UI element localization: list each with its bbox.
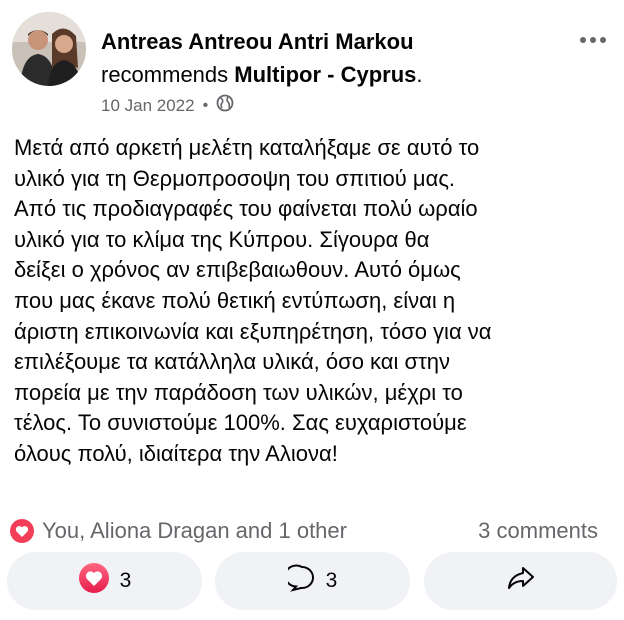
avatar-photo xyxy=(12,12,86,86)
comment-bubble-icon xyxy=(284,564,316,598)
post-meta: 10 Jan 2022 • xyxy=(101,94,234,117)
heart-icon xyxy=(78,562,110,600)
more-options-button[interactable] xyxy=(576,28,610,52)
post-body: Μετά από αρκετή μελέτη καταλήξαμε σε αυτ… xyxy=(14,133,614,470)
author-avatar[interactable] xyxy=(12,12,86,86)
comment-button[interactable]: 3 xyxy=(215,552,410,610)
comments-count[interactable]: 3 comments xyxy=(478,518,598,544)
more-horizontal-icon-dot xyxy=(600,37,606,43)
author-name[interactable]: Antreas Antreou Antri Markou xyxy=(101,29,414,55)
reactions-bar: You, Aliona Dragan and 1 other 3 comment… xyxy=(10,514,610,548)
page-suffix: . xyxy=(416,62,423,87)
post-body-line: Μετά από αρκετή μελέτη καταλήξαμε σε αυτ… xyxy=(14,135,480,160)
more-horizontal-icon-dot xyxy=(590,37,596,43)
post-body-line: τέλος. Το συνιστούμε 100%. Σας ευχαριστο… xyxy=(14,410,467,436)
post-body-line: άριστη επικοινωνία και εξυπηρέτηση, τόσο… xyxy=(14,318,492,344)
meta-separator: • xyxy=(202,96,209,114)
share-button[interactable] xyxy=(424,552,617,610)
page-link[interactable]: Multipor - Cyprus xyxy=(234,62,416,87)
more-horizontal-icon-dot xyxy=(580,37,586,43)
action-bar: 3 3 xyxy=(0,552,624,612)
share-arrow-icon xyxy=(506,565,536,597)
post-body-line: υλικό για το κλίμα της Κύπρου. Σίγουρα θ… xyxy=(14,226,430,252)
like-count: 3 xyxy=(119,569,132,592)
recommends-verb: recommends xyxy=(101,62,229,87)
post-date[interactable]: 10 Jan 2022 xyxy=(101,96,195,116)
post-body-line: επιλέξουμε τα κατάλληλα υλικά, όσο και σ… xyxy=(14,349,451,375)
heart-icon[interactable] xyxy=(10,519,34,543)
like-button[interactable]: 3 xyxy=(7,552,202,610)
post-body-line: δείξει ο χρόνος αν επιβεβαιωθουν. Αυτό ό… xyxy=(14,257,461,283)
post-body-line: υλικό για τη Θερμοπροσοψη του σπιτιού μα… xyxy=(14,165,456,191)
post-body-line: Από τις προδιαγραφές του φαίνεται πολύ ω… xyxy=(14,196,478,222)
recommendation-line: recommends Multipor - Cyprus. xyxy=(101,62,423,88)
post-body-line: πορεία με την παράδοση των υλικών, μέχρι… xyxy=(14,379,463,405)
globe-icon[interactable] xyxy=(216,94,234,117)
reactions-summary[interactable]: You, Aliona Dragan and 1 other xyxy=(42,518,347,544)
post-body-line: που μας έκανε πολύ θετική εντύπωση, είνα… xyxy=(14,287,456,313)
comment-count: 3 xyxy=(325,569,338,592)
post-body-line: όλους πολύ, ιδιαίτερα την Αλιονα! xyxy=(14,440,338,466)
